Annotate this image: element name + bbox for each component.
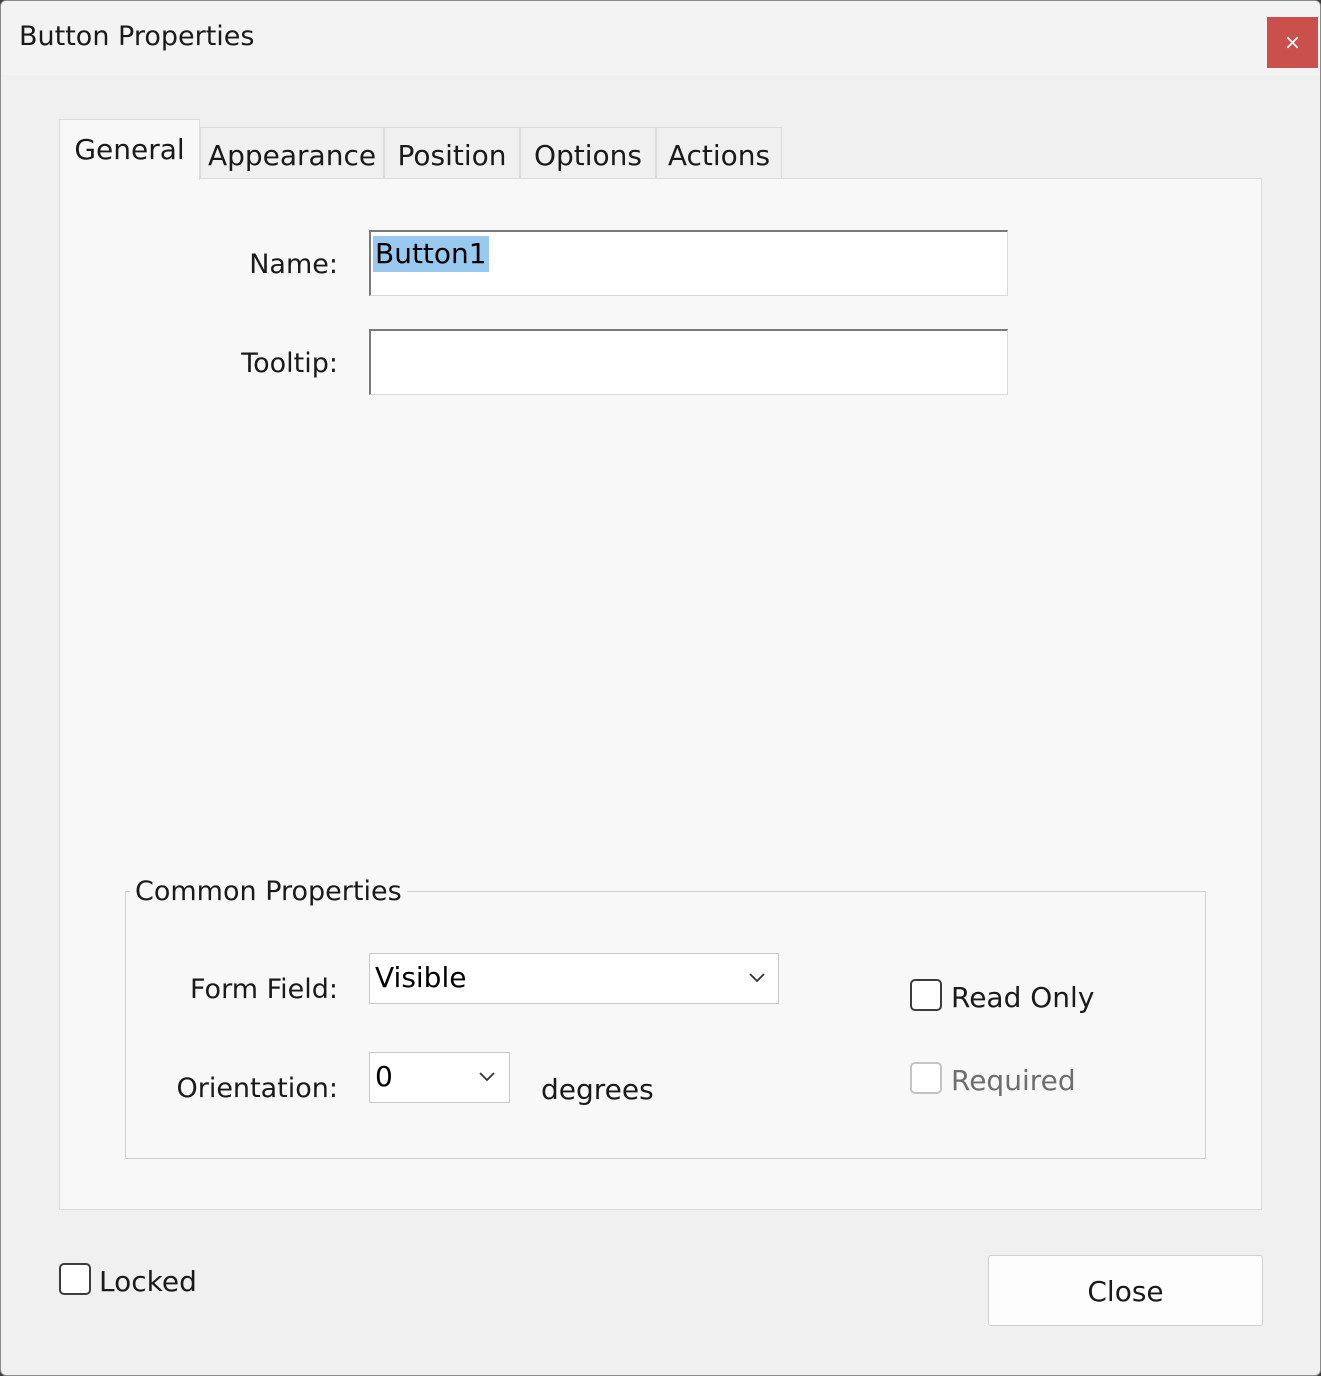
close-window-button[interactable]: × (1267, 17, 1318, 68)
tab-options[interactable]: Options (520, 127, 656, 179)
orientation-value: 0 (375, 1060, 393, 1093)
window-title: Button Properties (19, 21, 255, 52)
read-only-label[interactable]: Read Only (951, 981, 1094, 1014)
general-tab-panel: Name: Button1 Tooltip: Common Properties… (59, 178, 1262, 1210)
form-field-value: Visible (375, 961, 467, 994)
name-input[interactable]: Button1 (369, 230, 1008, 296)
tab-actions-label: Actions (667, 139, 771, 172)
name-input-value: Button1 (373, 236, 489, 272)
chevron-down-icon (479, 1072, 495, 1082)
required-label: Required (951, 1064, 1076, 1097)
tooltip-label: Tooltip: (241, 348, 338, 379)
required-checkbox (910, 1062, 942, 1094)
common-properties-group: Common Properties Form Field: Visible Or… (125, 876, 1206, 1159)
read-only-checkbox[interactable] (910, 979, 942, 1011)
tooltip-input[interactable] (369, 329, 1008, 395)
tab-appearance-label: Appearance (207, 139, 377, 172)
title-bar: Button Properties × (1, 1, 1320, 75)
form-field-dropdown[interactable]: Visible (369, 953, 779, 1004)
tab-position[interactable]: Position (384, 127, 520, 179)
tab-position-label: Position (397, 139, 507, 172)
close-button-label: Close (1087, 1275, 1164, 1308)
name-label: Name: (249, 249, 338, 280)
button-properties-dialog: Button Properties × General Appearance P… (0, 0, 1321, 1376)
orientation-dropdown[interactable]: 0 (369, 1052, 510, 1103)
orientation-label: Orientation: (176, 1073, 338, 1104)
common-properties-legend: Common Properties (130, 876, 407, 907)
close-button[interactable]: Close (988, 1255, 1263, 1326)
tab-general-label: General (74, 133, 185, 166)
close-icon: × (1284, 30, 1301, 54)
locked-checkbox[interactable] (59, 1263, 91, 1295)
tab-appearance[interactable]: Appearance (200, 127, 384, 179)
tab-general[interactable]: General (59, 119, 200, 180)
form-field-label: Form Field: (189, 974, 338, 1005)
degrees-label: degrees (541, 1073, 654, 1106)
tab-options-label: Options (533, 139, 643, 172)
locked-label[interactable]: Locked (99, 1265, 197, 1298)
tab-actions[interactable]: Actions (656, 127, 782, 179)
chevron-down-icon (749, 973, 765, 983)
